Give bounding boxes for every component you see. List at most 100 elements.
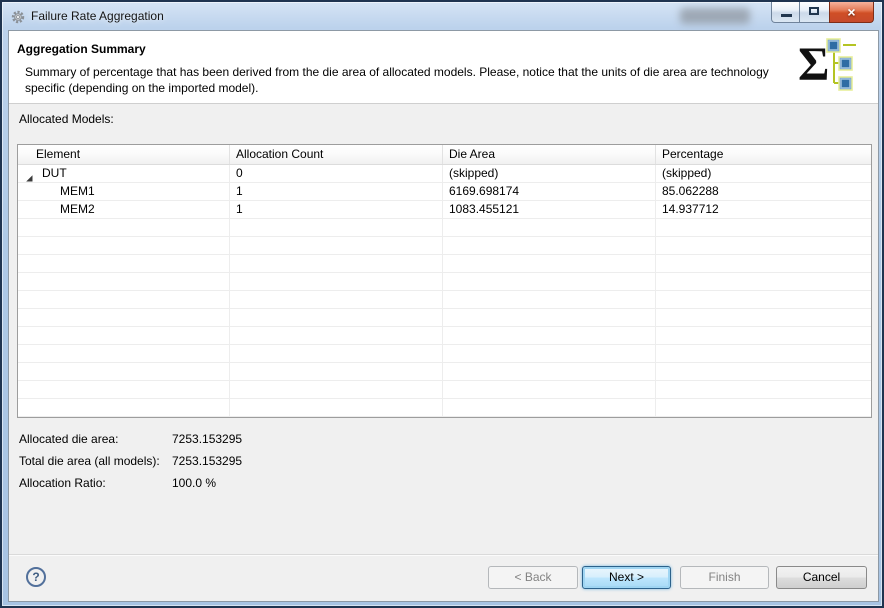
table-row-empty	[18, 309, 871, 327]
close-button[interactable]: ×	[829, 2, 874, 23]
table-row-empty	[18, 381, 871, 399]
maximize-icon	[809, 7, 819, 15]
empty-cell	[230, 273, 443, 290]
table-row[interactable]: DUT 0 (skipped) (skipped)	[18, 165, 871, 183]
cell-percentage: 14.937712	[662, 202, 719, 216]
close-icon: ×	[847, 4, 856, 20]
table-row-empty	[18, 237, 871, 255]
window-title: Failure Rate Aggregation	[31, 9, 164, 23]
gear-icon[interactable]	[11, 10, 25, 24]
question-mark-circle-icon: ?	[32, 570, 40, 584]
svg-text:Σ: Σ	[798, 38, 829, 91]
cell-percentage: 85.062288	[662, 184, 719, 198]
summary-row: Total die area (all models): 7253.153295	[19, 450, 242, 472]
cell-allocation-count: 1	[230, 183, 443, 200]
empty-cell	[656, 255, 871, 272]
sigma-tree-icon: Σ	[798, 36, 864, 97]
redacted-text	[680, 8, 750, 24]
dialog-body: Aggregation Summary Summary of percentag…	[8, 30, 879, 602]
empty-cell	[443, 399, 656, 416]
empty-cell	[443, 309, 656, 326]
table-row-empty	[18, 291, 871, 309]
minimize-icon	[781, 14, 792, 17]
empty-cell	[443, 291, 656, 308]
empty-cell	[656, 399, 871, 416]
empty-cell	[443, 327, 656, 344]
wizard-window: Failure Rate Aggregation × Aggregation S…	[0, 0, 884, 608]
table-row-empty	[18, 399, 871, 417]
empty-cell	[18, 399, 230, 416]
minimize-button[interactable]	[771, 2, 800, 23]
table-row-empty	[18, 327, 871, 345]
cell-allocation-count: 1	[230, 201, 443, 218]
cell-element: DUT	[18, 165, 230, 182]
table-row[interactable]: MEM1 1 6169.698174 85.062288	[18, 183, 871, 201]
expanded-triangle-icon[interactable]	[26, 170, 33, 182]
empty-cell	[443, 363, 656, 380]
cancel-button[interactable]: Cancel	[776, 566, 867, 589]
empty-cell	[18, 327, 230, 344]
allocated-die-area-label: Allocated die area:	[19, 432, 119, 446]
table-row[interactable]: MEM2 1 1083.455121 14.937712	[18, 201, 871, 219]
window-controls: ×	[771, 2, 874, 23]
empty-cell	[230, 219, 443, 236]
table-body: DUT 0 (skipped) (skipped) MEM1 1 6169.698174 85…	[18, 165, 871, 417]
page-title: Aggregation Summary	[17, 42, 146, 56]
table-row-empty	[18, 345, 871, 363]
empty-cell	[230, 291, 443, 308]
allocation-ratio-value: 100.0 %	[172, 476, 217, 490]
empty-cell	[18, 309, 230, 326]
empty-cell	[443, 219, 656, 236]
cell-element: MEM1	[18, 183, 230, 200]
wizard-header: Aggregation Summary Summary of percentag…	[9, 31, 878, 104]
total-die-area-label: Total die area (all models):	[19, 454, 160, 468]
table-row-empty	[18, 363, 871, 381]
empty-cell	[230, 345, 443, 362]
cell-die-area: 6169.698174	[443, 183, 656, 200]
finish-button[interactable]: Finish	[680, 566, 769, 589]
allocated-models-table: Element Allocation Count Die Area Percen…	[17, 144, 872, 418]
column-header-die-area[interactable]: Die Area	[443, 145, 656, 164]
next-button[interactable]: Next >	[582, 566, 671, 589]
empty-cell	[443, 237, 656, 254]
empty-cell	[18, 237, 230, 254]
cell-die-area: 1083.455121	[443, 201, 656, 218]
column-header-element[interactable]: Element	[18, 145, 230, 164]
empty-cell	[656, 219, 871, 236]
empty-cell	[18, 345, 230, 362]
column-header-allocation-count[interactable]: Allocation Count	[230, 145, 443, 164]
empty-cell	[230, 363, 443, 380]
column-header-percentage[interactable]: Percentage	[656, 145, 871, 164]
allocated-die-area-value: 7253.153295	[172, 432, 243, 446]
summary-row: Allocation Ratio: 100.0 %	[19, 472, 242, 494]
footer-separator	[9, 554, 878, 556]
table-row-empty	[18, 273, 871, 291]
cell-allocation-count: 0	[230, 165, 443, 182]
cell-element: MEM2	[18, 201, 230, 218]
empty-cell	[18, 291, 230, 308]
empty-cell	[18, 363, 230, 380]
maximize-button[interactable]	[800, 2, 829, 23]
empty-cell	[18, 219, 230, 236]
empty-cell	[656, 363, 871, 380]
table-header-row: Element Allocation Count Die Area Percen…	[18, 145, 871, 165]
empty-cell	[656, 381, 871, 398]
element-name: MEM1	[60, 184, 95, 198]
empty-cell	[656, 273, 871, 290]
back-button[interactable]: < Back	[488, 566, 578, 589]
empty-cell	[656, 291, 871, 308]
allocated-models-label: Allocated Models:	[19, 112, 114, 126]
empty-cell	[18, 381, 230, 398]
help-button[interactable]: ?	[26, 567, 46, 587]
empty-cell	[443, 273, 656, 290]
empty-cell	[443, 345, 656, 362]
title-bar[interactable]: Failure Rate Aggregation ×	[4, 2, 880, 30]
table-row-empty	[18, 219, 871, 237]
empty-cell	[18, 273, 230, 290]
element-name: MEM2	[60, 202, 95, 216]
empty-cell	[230, 309, 443, 326]
empty-cell	[18, 255, 230, 272]
total-die-area-value: 7253.153295	[172, 454, 243, 468]
empty-cell	[230, 327, 443, 344]
empty-cell	[443, 381, 656, 398]
